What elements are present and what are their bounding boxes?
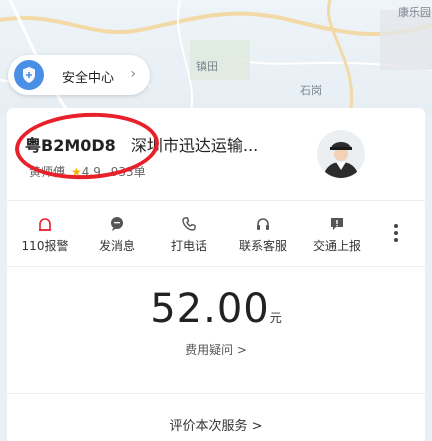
driver-avatar-icon bbox=[317, 130, 365, 178]
headset-icon bbox=[227, 216, 299, 234]
call-police-button[interactable]: 110报警 bbox=[9, 216, 81, 254]
safety-center-button[interactable]: 安全中心 › bbox=[8, 55, 150, 95]
fare-unit: 元 bbox=[269, 311, 282, 325]
map-label: 镇田 bbox=[196, 60, 218, 73]
divider bbox=[7, 200, 425, 201]
action-label: 交通上报 bbox=[312, 239, 361, 253]
map-label: 康乐园 bbox=[398, 6, 431, 19]
trip-card: 粤B2M0D8 深圳市迅达运输... 黄师傅 ★4.9 933单 110报警 发… bbox=[7, 108, 425, 441]
action-label: 发消息 bbox=[98, 239, 135, 253]
alarm-icon bbox=[9, 216, 81, 234]
action-bar: 110报警 发消息 打电话 联系客服 交通上报 bbox=[7, 216, 425, 256]
map-label: 石岗 bbox=[300, 84, 322, 97]
action-label: 打电话 bbox=[170, 239, 207, 253]
action-label: 联系客服 bbox=[238, 239, 287, 253]
divider bbox=[7, 266, 425, 267]
send-message-button[interactable]: 发消息 bbox=[81, 216, 153, 254]
message-icon bbox=[81, 216, 153, 234]
fare-number: 52.00 bbox=[150, 286, 270, 332]
rate-trip-link[interactable]: 评价本次服务 > bbox=[7, 415, 425, 434]
report-icon bbox=[301, 216, 373, 234]
divider bbox=[7, 393, 425, 394]
customer-service-button[interactable]: 联系客服 bbox=[227, 216, 299, 254]
traffic-report-button[interactable]: 交通上报 bbox=[301, 216, 373, 254]
shield-icon bbox=[14, 60, 44, 90]
action-label: 110报警 bbox=[21, 239, 69, 253]
phone-icon bbox=[153, 216, 225, 234]
more-options-icon[interactable] bbox=[389, 224, 403, 245]
fare-amount: 52.00元 bbox=[7, 286, 425, 332]
fee-question-link[interactable]: 费用疑问 > bbox=[7, 341, 425, 358]
driver-avatar[interactable] bbox=[317, 130, 365, 178]
safety-center-label: 安全中心 bbox=[62, 71, 115, 86]
chevron-right-icon: › bbox=[130, 66, 136, 82]
phone-call-button[interactable]: 打电话 bbox=[153, 216, 225, 254]
